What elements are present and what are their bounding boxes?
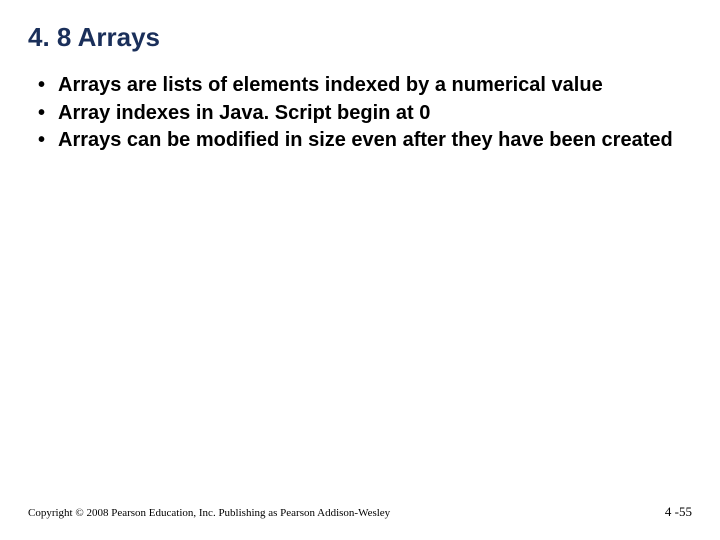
slide-container: 4. 8 Arrays Arrays are lists of elements… — [0, 0, 720, 540]
page-number: 4 -55 — [665, 504, 692, 520]
bullet-item: Arrays are lists of elements indexed by … — [38, 73, 692, 99]
copyright-text: Copyright © 2008 Pearson Education, Inc.… — [28, 507, 390, 519]
bullet-item: Array indexes in Java. Script begin at 0 — [38, 101, 692, 127]
slide-title: 4. 8 Arrays — [28, 22, 692, 53]
slide-footer: Copyright © 2008 Pearson Education, Inc.… — [28, 504, 692, 520]
bullet-item: Arrays can be modified in size even afte… — [38, 128, 692, 154]
bullet-list: Arrays are lists of elements indexed by … — [28, 73, 692, 154]
